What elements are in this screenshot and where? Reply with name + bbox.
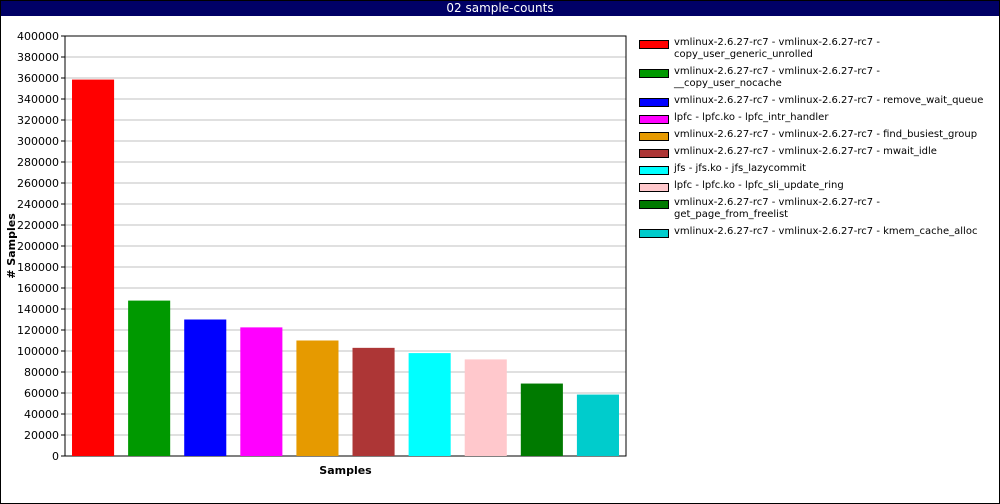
legend-label: lpfc - lpfc.ko - lpfc_intr_handler bbox=[674, 112, 829, 123]
legend-swatch bbox=[639, 229, 669, 238]
y-tick-label: 220000 bbox=[17, 219, 59, 232]
y-tick-label: 300000 bbox=[17, 135, 59, 148]
chart-window: 02 sample-counts 0 20000 40000 60000 80000 10… bbox=[0, 0, 1000, 504]
legend-swatch bbox=[639, 132, 669, 141]
y-tick-label: 120000 bbox=[17, 324, 59, 337]
bar bbox=[296, 340, 339, 456]
chart-legend: vmlinux-2.6.27-rc7 - vmlinux-2.6.27-rc7 … bbox=[639, 37, 994, 243]
y-tick-label: 180000 bbox=[17, 261, 59, 274]
legend-label: vmlinux-2.6.27-rc7 - vmlinux-2.6.27-rc7 … bbox=[674, 226, 978, 237]
y-tick-label: 0 bbox=[52, 450, 59, 463]
y-tick-label: 100000 bbox=[17, 345, 59, 358]
legend-label: lpfc - lpfc.ko - lpfc_sli_update_ring bbox=[674, 180, 844, 191]
bar bbox=[576, 394, 619, 456]
y-tick-label: 340000 bbox=[17, 93, 59, 106]
legend-swatch bbox=[639, 98, 669, 107]
legend-item: vmlinux-2.6.27-rc7 - vmlinux-2.6.27-rc7 … bbox=[639, 197, 994, 221]
legend-label: vmlinux-2.6.27-rc7 - vmlinux-2.6.27-rc7 … bbox=[674, 66, 880, 89]
y-tick-label: 20000 bbox=[24, 429, 59, 442]
bar bbox=[464, 359, 507, 456]
y-tick-label: 240000 bbox=[17, 198, 59, 211]
legend-swatch bbox=[639, 69, 669, 78]
y-tick-label: 200000 bbox=[17, 240, 59, 253]
legend-swatch bbox=[639, 149, 669, 158]
y-tick-label: 360000 bbox=[17, 72, 59, 85]
y-tick-label: 60000 bbox=[24, 387, 59, 400]
bar bbox=[352, 347, 395, 456]
legend-label: vmlinux-2.6.27-rc7 - vmlinux-2.6.27-rc7 … bbox=[674, 146, 937, 157]
legend-item: lpfc - lpfc.ko - lpfc_sli_update_ring bbox=[639, 180, 994, 192]
y-tick-label: 280000 bbox=[17, 156, 59, 169]
legend-label: vmlinux-2.6.27-rc7 - vmlinux-2.6.27-rc7 … bbox=[674, 197, 880, 220]
legend-label: vmlinux-2.6.27-rc7 - vmlinux-2.6.27-rc7 … bbox=[674, 37, 880, 60]
y-axis-label: # Samples bbox=[5, 213, 18, 279]
y-tick-label: 400000 bbox=[17, 30, 59, 43]
bar bbox=[408, 353, 451, 456]
legend-label: vmlinux-2.6.27-rc7 - vmlinux-2.6.27-rc7 … bbox=[674, 129, 978, 140]
legend-item: vmlinux-2.6.27-rc7 - vmlinux-2.6.27-rc7 … bbox=[639, 95, 994, 107]
bar bbox=[72, 79, 115, 456]
legend-item: jfs - jfs.ko - jfs_lazycommit bbox=[639, 163, 994, 175]
y-tick-label: 140000 bbox=[17, 303, 59, 316]
legend-swatch bbox=[639, 40, 669, 49]
legend-item: lpfc - lpfc.ko - lpfc_intr_handler bbox=[639, 112, 994, 124]
legend-item: vmlinux-2.6.27-rc7 - vmlinux-2.6.27-rc7 … bbox=[639, 226, 994, 238]
legend-item: vmlinux-2.6.27-rc7 - vmlinux-2.6.27-rc7 … bbox=[639, 146, 994, 158]
legend-swatch bbox=[639, 166, 669, 175]
legend-item: vmlinux-2.6.27-rc7 - vmlinux-2.6.27-rc7 … bbox=[639, 129, 994, 141]
y-tick-label: 40000 bbox=[24, 408, 59, 421]
legend-swatch bbox=[639, 115, 669, 124]
x-axis-label: Samples bbox=[319, 464, 372, 477]
y-tick-label: 80000 bbox=[24, 366, 59, 379]
bar bbox=[520, 383, 563, 456]
legend-swatch bbox=[639, 183, 669, 192]
bar bbox=[184, 319, 227, 456]
legend-label: vmlinux-2.6.27-rc7 - vmlinux-2.6.27-rc7 … bbox=[674, 95, 984, 106]
y-tick-label: 380000 bbox=[17, 51, 59, 64]
legend-item: vmlinux-2.6.27-rc7 - vmlinux-2.6.27-rc7 … bbox=[639, 37, 994, 61]
y-tick-label: 320000 bbox=[17, 114, 59, 127]
legend-label: jfs - jfs.ko - jfs_lazycommit bbox=[674, 163, 807, 174]
bar bbox=[128, 300, 171, 456]
legend-swatch bbox=[639, 200, 669, 209]
y-tick-label: 160000 bbox=[17, 282, 59, 295]
bar bbox=[240, 327, 283, 456]
legend-item: vmlinux-2.6.27-rc7 - vmlinux-2.6.27-rc7 … bbox=[639, 66, 994, 90]
y-tick-label: 260000 bbox=[17, 177, 59, 190]
